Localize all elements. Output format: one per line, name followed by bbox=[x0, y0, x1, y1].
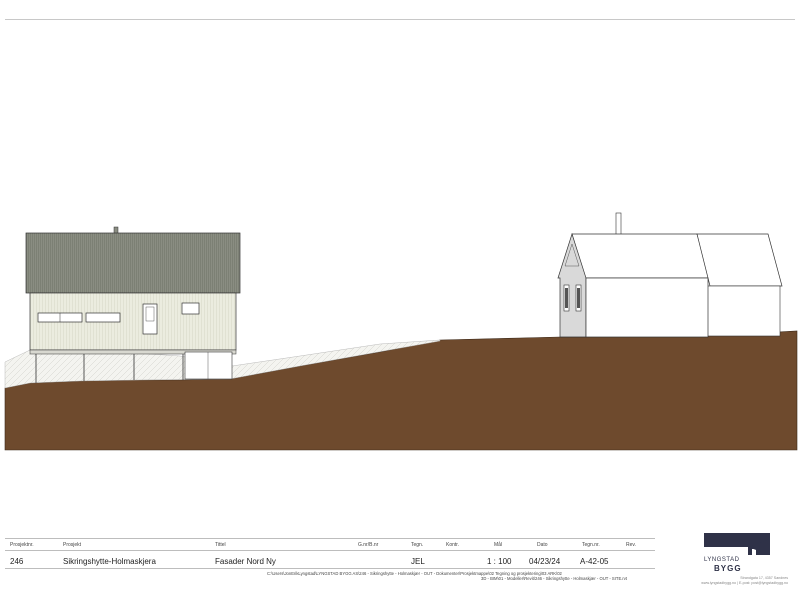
logo-line-2: BYGG bbox=[714, 564, 742, 573]
right-house-roof-back bbox=[696, 233, 783, 287]
logo-line-1: LYNGSTAD bbox=[704, 557, 740, 563]
header-tegn: Tegn. bbox=[411, 542, 424, 548]
door-left bbox=[142, 303, 158, 335]
logo-address: Strandgata 17, 4357 Sandnes www.lyngstad… bbox=[688, 576, 788, 585]
elevation-drawing bbox=[4, 212, 798, 451]
value-prosjekt: Sikringshytte-Holmaskjera bbox=[63, 557, 156, 566]
title-block-top-line bbox=[5, 538, 655, 539]
header-maal: Mål bbox=[494, 542, 503, 548]
file-path-line-2: 3D - BIM\01 - Modeller\Revit\246 - Sikri… bbox=[481, 576, 628, 581]
right-house-chimney bbox=[615, 212, 622, 237]
header-dato: Dato bbox=[537, 542, 548, 548]
value-tegnnr: A-42-05 bbox=[580, 557, 609, 566]
logo-address-2: www.lyngstadbygg.no | E-post: post@lyngs… bbox=[701, 580, 788, 585]
right-house-side-wall bbox=[585, 277, 709, 338]
storage-under-house bbox=[184, 351, 233, 380]
window-left-3 bbox=[181, 302, 200, 315]
title-block: Prosjektnr. Prosjekt Tittel G.nr/B.nr Te… bbox=[5, 530, 655, 581]
company-logo: LYNGSTAD BYGG Strandgata 17, 4357 Sandne… bbox=[701, 533, 788, 585]
header-tittel: Tittel bbox=[215, 542, 226, 548]
value-dato: 04/23/24 bbox=[529, 557, 561, 566]
logo-roof-icon bbox=[704, 533, 770, 555]
window-left-2 bbox=[85, 312, 121, 323]
header-prosjektnr: Prosjektnr. bbox=[10, 542, 34, 548]
title-block-bottom-line bbox=[5, 568, 655, 569]
left-house-roof bbox=[25, 232, 241, 294]
value-maal: 1 : 100 bbox=[487, 557, 512, 566]
value-prosjektnr: 246 bbox=[10, 557, 24, 566]
right-house-roof bbox=[571, 233, 711, 279]
header-prosjekt: Prosjekt bbox=[63, 542, 82, 548]
value-tittel: Fasader Nord Ny bbox=[215, 557, 276, 566]
title-block-mid-line bbox=[5, 550, 655, 551]
right-house-back-wall bbox=[704, 285, 781, 337]
right-house bbox=[557, 212, 783, 338]
header-kontr: Kontr. bbox=[446, 542, 460, 548]
header-tegnnr: Tegn.nr. bbox=[582, 542, 600, 548]
header-gnrbnr: G.nr/B.nr bbox=[358, 542, 379, 548]
value-tegn: JEL bbox=[411, 557, 425, 566]
header-rev: Rev. bbox=[626, 542, 636, 548]
